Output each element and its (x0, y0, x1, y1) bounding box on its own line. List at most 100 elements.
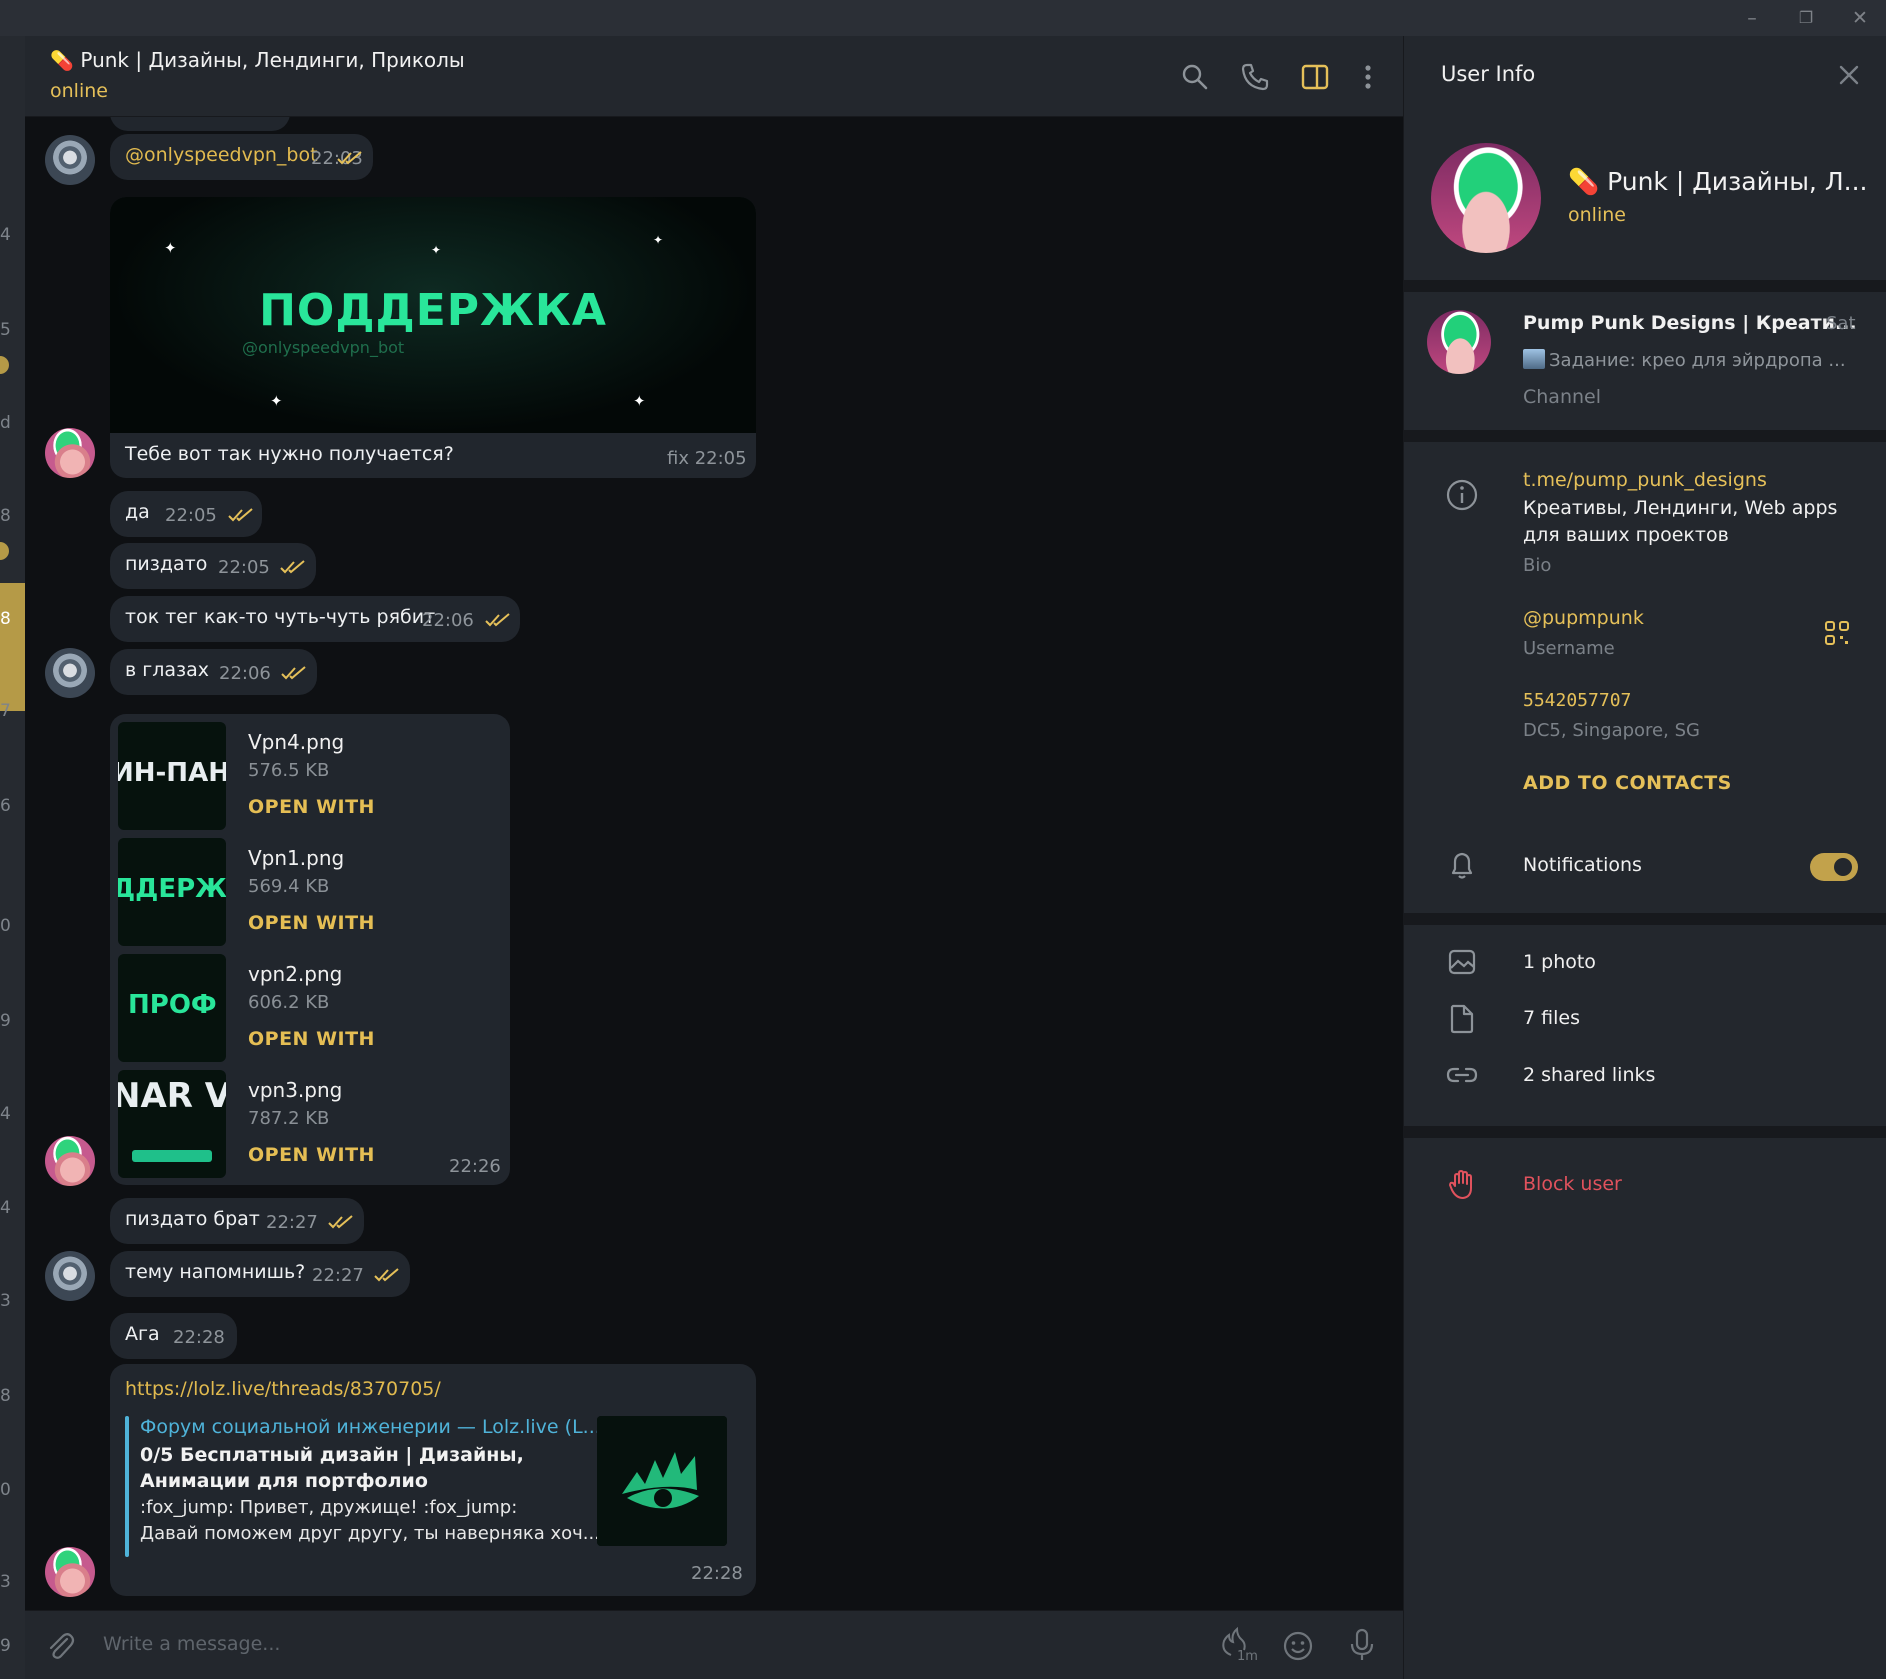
maximize-button[interactable]: ❐ (1786, 6, 1826, 30)
phone-icon[interactable] (1238, 60, 1272, 94)
lolz-logo-thumbnail[interactable] (597, 1416, 727, 1546)
message-bubble[interactable]: в глазах 22:06 (110, 649, 317, 695)
message-time: 22:05 (218, 557, 270, 578)
section-divider (1404, 913, 1886, 925)
avatar[interactable] (45, 1251, 95, 1301)
panel-title: User Info (1441, 62, 1536, 86)
chat-counter: 7 (0, 701, 11, 721)
message-bubble[interactable]: ток тег как-то чуть-чуть рябит 22:06 (110, 596, 520, 642)
open-with-button[interactable]: OPEN WITH (248, 1144, 375, 1166)
file-name[interactable]: vpn2.png (248, 962, 342, 986)
message-bubble[interactable]: тему напомнишь? 22:27 (110, 1251, 410, 1297)
chat-counter: 9 (0, 1636, 11, 1656)
file-name[interactable]: vpn3.png (248, 1078, 342, 1102)
image-preview-icon (1523, 349, 1545, 369)
minimize-button[interactable]: – (1732, 6, 1772, 30)
message-bubble[interactable]: Ага 22:28 (110, 1313, 237, 1359)
channel-last-message: Задание: крео для эйрдропа ... (1523, 349, 1846, 371)
link-message[interactable]: https://lolz.live/threads/8370705/ Форум… (110, 1364, 756, 1596)
message-text: пиздато (125, 553, 208, 575)
file-thumbnail[interactable]: ИН-ПАН (118, 722, 226, 830)
user-info-panel: User Info 💊 Punk | Дизайны, Л... online … (1403, 36, 1886, 1679)
message-text[interactable]: @onlyspeedvpn_bot (125, 144, 318, 166)
message-list[interactable]: @onlyspeedvpn_bot 22:03 ✦ ✦ ✦ ✦ ✦ ПОДДЕР… (25, 117, 1403, 1610)
thumbnail-text: ИН-ПАН (118, 758, 226, 788)
microphone-icon[interactable] (1345, 1627, 1379, 1663)
profile-avatar[interactable] (1431, 143, 1541, 253)
channel-name[interactable]: Pump Punk Designs | Креати... (1523, 312, 1857, 334)
message-link[interactable]: https://lolz.live/threads/8370705/ (125, 1378, 441, 1400)
more-vertical-icon[interactable] (1351, 60, 1385, 94)
file-thumbnail[interactable]: ПРОФ (118, 954, 226, 1062)
chat-counter: 0 (0, 1480, 11, 1500)
qr-code-icon[interactable] (1822, 618, 1852, 648)
sparkle-icon: ✦ (164, 239, 177, 257)
close-window-button[interactable]: ✕ (1840, 6, 1880, 30)
channel-avatar[interactable] (1427, 310, 1491, 374)
avatar[interactable] (45, 1547, 95, 1597)
file-name[interactable]: Vpn1.png (248, 846, 344, 870)
chat-header[interactable]: 💊 Punk | Дизайны, Лендинги, Приколы onli… (25, 36, 1403, 117)
message-time: 22:26 (449, 1156, 501, 1177)
chat-status: online (50, 80, 108, 102)
timer-label: 1m (1237, 1649, 1258, 1664)
avatar[interactable] (45, 1136, 95, 1186)
link-icon (1446, 1067, 1478, 1083)
message-text: Ага (125, 1323, 160, 1345)
shared-photos-link[interactable]: 1 photo (1523, 951, 1596, 973)
chat-counter: 8 (0, 506, 11, 526)
message-time: 22:06 (219, 663, 271, 684)
sidebar-toggle-icon[interactable] (1298, 60, 1332, 94)
unread-badge (0, 542, 9, 560)
message-bubble-partial[interactable] (110, 117, 290, 131)
image-message[interactable]: ✦ ✦ ✦ ✦ ✦ ПОДДЕРЖКА @onlyspeedvpn_bot Те… (110, 197, 756, 478)
file-size: 576.5 KB (248, 760, 330, 781)
message-bubble[interactable]: пиздато 22:05 (110, 543, 316, 589)
link-preview-description: :fox_jump: Привет, дружище! :fox_jump: Д… (140, 1495, 600, 1547)
link-preview-site[interactable]: Форум социальной инженерии — Lolz.live (… (140, 1416, 601, 1438)
avatar[interactable] (45, 648, 95, 698)
block-user-button[interactable]: Block user (1523, 1173, 1622, 1195)
active-chat-indicator (0, 583, 25, 711)
username-value[interactable]: @pupmpunk (1523, 607, 1644, 629)
bio-line: Креативы, Лендинги, Web apps (1523, 497, 1838, 519)
user-id[interactable]: 5542057707 (1523, 690, 1631, 711)
message-composer[interactable]: Write a message... 1m (25, 1610, 1403, 1679)
chat-title[interactable]: 💊 Punk | Дизайны, Лендинги, Приколы (50, 48, 465, 72)
channel-date: Sat (1826, 313, 1856, 334)
open-with-button[interactable]: OPEN WITH (248, 1028, 375, 1050)
chat-list-strip[interactable]: 4 5 d 8 8 7 6 0 9 4 4 3 8 0 3 9 (0, 36, 25, 1679)
username-label: Username (1523, 638, 1615, 659)
add-to-contacts-button[interactable]: ADD TO CONTACTS (1523, 772, 1732, 794)
link-preview-title: 0/5 Бесплатный дизайн | Дизайны, Анимаци… (140, 1442, 524, 1494)
file-group-message[interactable]: ИН-ПАН Vpn4.png 576.5 KB OPEN WITH ДДЕРЖ… (110, 714, 510, 1185)
shared-files-link[interactable]: 7 files (1523, 1007, 1580, 1029)
notifications-toggle[interactable] (1810, 853, 1858, 881)
file-thumbnail[interactable]: NAR V (118, 1070, 226, 1178)
chat-counter: 8 (0, 1386, 11, 1406)
paperclip-icon[interactable] (43, 1629, 77, 1663)
thumbnail-button-shape (132, 1150, 212, 1162)
avatar[interactable] (45, 428, 95, 478)
search-icon[interactable] (1178, 60, 1212, 94)
message-input[interactable]: Write a message... (103, 1633, 280, 1655)
support-banner-image[interactable]: ✦ ✦ ✦ ✦ ✦ ПОДДЕРЖКА @onlyspeedvpn_bot (110, 197, 756, 433)
open-with-button[interactable]: OPEN WITH (248, 796, 375, 818)
message-bubble[interactable]: да 22:05 (110, 491, 262, 537)
emoji-icon[interactable] (1281, 1629, 1315, 1663)
shared-links-link[interactable]: 2 shared links (1523, 1064, 1655, 1086)
file-thumbnail[interactable]: ДДЕРЖ (118, 838, 226, 946)
message-time: 22:27 (266, 1212, 318, 1233)
file-name[interactable]: Vpn4.png (248, 730, 344, 754)
profile-status: online (1568, 204, 1626, 226)
open-with-button[interactable]: OPEN WITH (248, 912, 375, 934)
message-bubble[interactable]: пиздато брат 22:27 (110, 1198, 364, 1244)
bio-link[interactable]: t.me/pump_punk_designs (1523, 469, 1767, 491)
block-hand-icon (1449, 1170, 1472, 1199)
close-icon[interactable] (1834, 60, 1864, 90)
pill-emoji-icon: 💊 (1568, 167, 1600, 196)
bell-icon (1451, 852, 1473, 879)
avatar[interactable] (45, 135, 95, 185)
photo-icon (1448, 949, 1476, 975)
message-bubble[interactable]: @onlyspeedvpn_bot 22:03 (110, 134, 373, 180)
